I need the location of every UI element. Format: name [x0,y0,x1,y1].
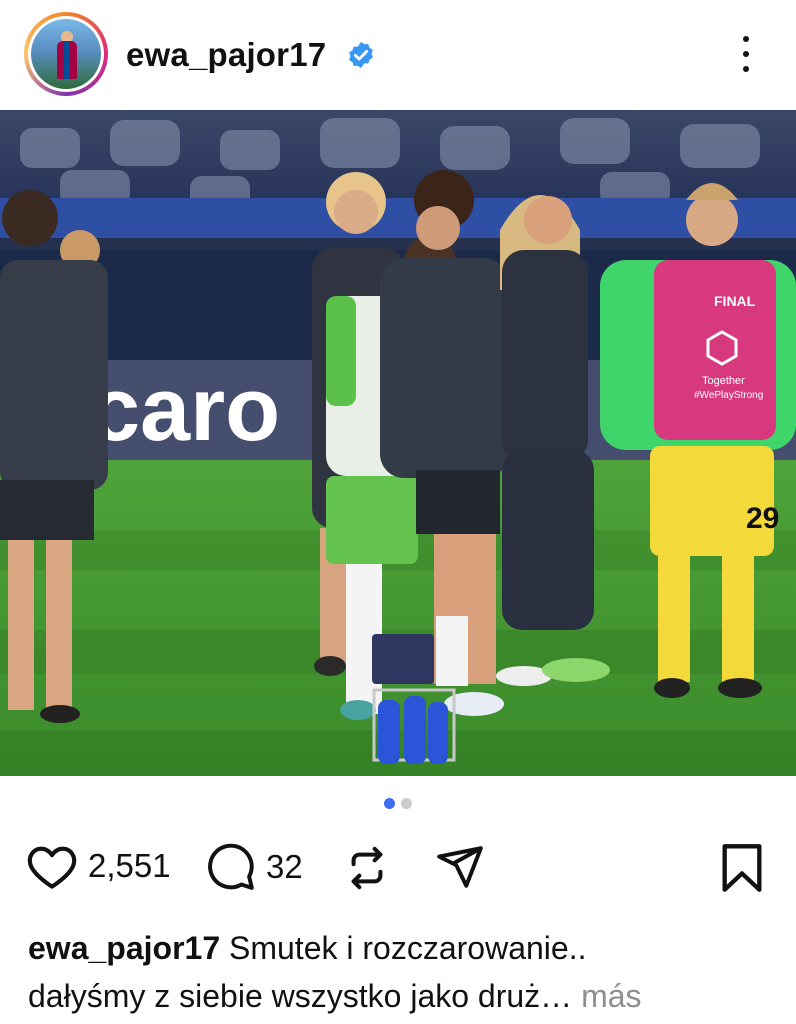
caption-text-2: dałyśmy z siebie wszystko jako druż… [28,978,573,1014]
action-bar: 2,551 32 [0,836,796,902]
more-options-icon[interactable] [730,32,762,76]
repost-icon [351,846,383,890]
repost-button[interactable] [344,842,390,894]
username[interactable]: ewa_pajor17 [126,36,326,74]
comment-button[interactable]: 32 [206,842,303,892]
post-header: ewa_pajor17 [0,0,796,110]
more-link[interactable]: más [581,978,641,1014]
like-button[interactable]: 2,551 [26,842,171,890]
bookmark-icon [722,844,762,892]
caption-username[interactable]: ewa_pajor17 [28,930,220,966]
bib-hashtag-text: #WePlayStrong [694,390,763,401]
post-photo[interactable]: caro FINAL Together #WePlayStrong 29 [0,110,796,776]
carousel-dot-1[interactable] [384,798,395,809]
save-button[interactable] [718,842,766,894]
share-button[interactable] [434,842,486,892]
story-ring[interactable] [24,12,108,96]
caption-text-1: Smutek i rozczarowanie.. [229,930,587,966]
like-count[interactable]: 2,551 [88,847,171,885]
caption-line-1: ewa_pajor17 Smutek i rozczarowanie.. [28,924,773,972]
post-caption: ewa_pajor17 Smutek i rozczarowanie.. dał… [28,924,773,1020]
comment-icon [208,843,254,890]
caption-line-2: dałyśmy z siebie wszystko jako druż… más [28,972,773,1020]
bib-final-text: FINAL [714,293,756,309]
comment-count[interactable]: 32 [266,848,303,886]
share-icon [437,846,483,888]
avatar[interactable] [31,19,101,89]
heart-icon [27,846,77,889]
carousel-indicator [0,798,796,812]
verified-badge-icon [349,41,373,69]
board-text: caro [90,360,280,460]
shirt-number: 29 [746,502,779,535]
carousel-dot-2[interactable] [401,798,412,809]
bib-together-text: Together [702,375,745,387]
